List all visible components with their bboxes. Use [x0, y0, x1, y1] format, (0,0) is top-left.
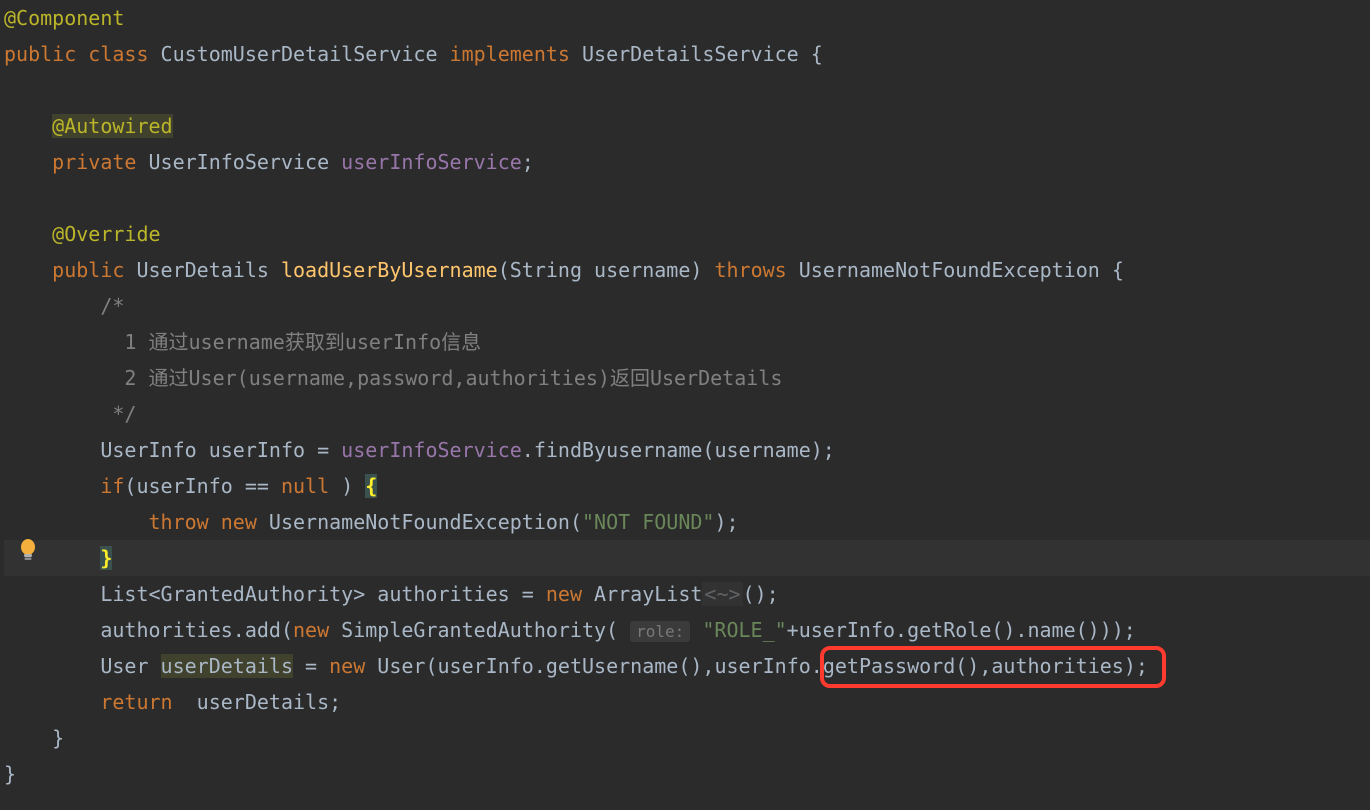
indent [4, 258, 52, 282]
exception: UsernameNotFoundException { [799, 258, 1124, 282]
code-line[interactable]: if(userInfo == null ) { [4, 468, 1370, 504]
string: "NOT FOUND" [582, 510, 714, 534]
code: List<GrantedAuthority> authorities = [100, 582, 546, 606]
keyword: if [100, 474, 124, 498]
indent [4, 582, 100, 606]
class-name: CustomUserDetailService [161, 42, 450, 66]
indent [4, 510, 149, 534]
code-line[interactable]: /* [4, 288, 1370, 324]
code: +userInfo.getRole().name())); [787, 618, 1136, 642]
keyword: throw new [149, 510, 269, 534]
code-line[interactable]: } [4, 756, 1370, 792]
indent [4, 618, 100, 642]
indent [4, 690, 100, 714]
code-line[interactable] [4, 72, 1370, 108]
keyword: throws [714, 258, 798, 282]
indent [4, 402, 112, 426]
indent [4, 114, 52, 138]
comment: 2 通过User(username,password,authorities)返… [124, 366, 782, 390]
generic-diamond: <~> [702, 582, 742, 606]
code-line[interactable]: */ [4, 396, 1370, 432]
brace: } [100, 546, 112, 570]
code-line[interactable]: public class CustomUserDetailService imp… [4, 36, 1370, 72]
indent [4, 294, 100, 318]
keyword: new [546, 582, 594, 606]
params: (String username) [498, 258, 715, 282]
code: = [293, 654, 329, 678]
code-editor[interactable]: @Component public class CustomUserDetail… [0, 0, 1370, 792]
exception: UsernameNotFoundException( [269, 510, 582, 534]
indent [4, 330, 124, 354]
comment: 1 通过username获取到userInfo信息 [124, 330, 481, 354]
code-line[interactable]: @Autowired [4, 108, 1370, 144]
keyword: public [52, 258, 136, 282]
indent [4, 150, 52, 174]
code-line[interactable]: List<GrantedAuthority> authorities = new… [4, 576, 1370, 612]
code: User(userInfo.getUsername(),userInfo.get… [377, 654, 1148, 678]
code-line[interactable]: throw new UsernameNotFoundException("NOT… [4, 504, 1370, 540]
code-line-active[interactable]: } [4, 540, 1370, 576]
annotation: @Autowired [52, 114, 172, 138]
var-highlight: userDetails [161, 654, 293, 678]
code-line[interactable]: private UserInfoService userInfoService; [4, 144, 1370, 180]
indent [4, 366, 124, 390]
intention-bulb-icon[interactable] [18, 538, 38, 562]
param-hint: role: [630, 621, 690, 642]
code-line[interactable]: @Override [4, 216, 1370, 252]
keyword: return [100, 690, 196, 714]
field: userInfoService [341, 150, 522, 174]
semi: ; [522, 150, 534, 174]
keyword: null [281, 474, 341, 498]
code: User [100, 654, 160, 678]
code-line[interactable]: 1 通过username获取到userInfo信息 [4, 324, 1370, 360]
code: ) [341, 474, 365, 498]
code-line[interactable]: } [4, 720, 1370, 756]
code-line[interactable]: return userDetails; [4, 684, 1370, 720]
code-line[interactable]: authorities.add(new SimpleGrantedAuthori… [4, 612, 1370, 648]
indent [4, 654, 100, 678]
annotation: @Override [52, 222, 160, 246]
code: (); [743, 582, 779, 606]
code: .findByusername(username); [522, 438, 835, 462]
field: userInfoService [341, 438, 522, 462]
interface-name: UserDetailsService { [582, 42, 823, 66]
code: ); [714, 510, 738, 534]
code: authorities.add( [100, 618, 293, 642]
annotation: @Component [4, 6, 124, 30]
code: (userInfo == [124, 474, 281, 498]
brace: } [52, 726, 64, 750]
code: SimpleGrantedAuthority( [341, 618, 630, 642]
code: UserInfo userInfo = [100, 438, 341, 462]
return-type: UserDetails [136, 258, 281, 282]
code-line[interactable]: public UserDetails loadUserByUsername(St… [4, 252, 1370, 288]
keyword: new [329, 654, 377, 678]
string: "ROLE_" [702, 618, 786, 642]
keyword: private [52, 150, 148, 174]
code-line[interactable]: User userDetails = new User(userInfo.get… [4, 648, 1370, 684]
method-name: loadUserByUsername [281, 258, 498, 282]
code: ArrayList [594, 582, 702, 606]
code-line[interactable]: 2 通过User(username,password,authorities)返… [4, 360, 1370, 396]
keyword: public class [4, 42, 161, 66]
code-line[interactable] [4, 180, 1370, 216]
comment: */ [112, 402, 136, 426]
type: UserInfoService [149, 150, 342, 174]
comment: /* [100, 294, 124, 318]
brace: } [4, 762, 16, 786]
brace: { [365, 474, 377, 498]
indent [4, 438, 100, 462]
code-line[interactable]: @Component [4, 0, 1370, 36]
indent [4, 222, 52, 246]
keyword: new [293, 618, 341, 642]
indent [4, 474, 100, 498]
code-line[interactable]: UserInfo userInfo = userInfoService.find… [4, 432, 1370, 468]
indent [4, 726, 52, 750]
space [690, 618, 702, 642]
code: userDetails; [197, 690, 342, 714]
keyword: implements [450, 42, 582, 66]
